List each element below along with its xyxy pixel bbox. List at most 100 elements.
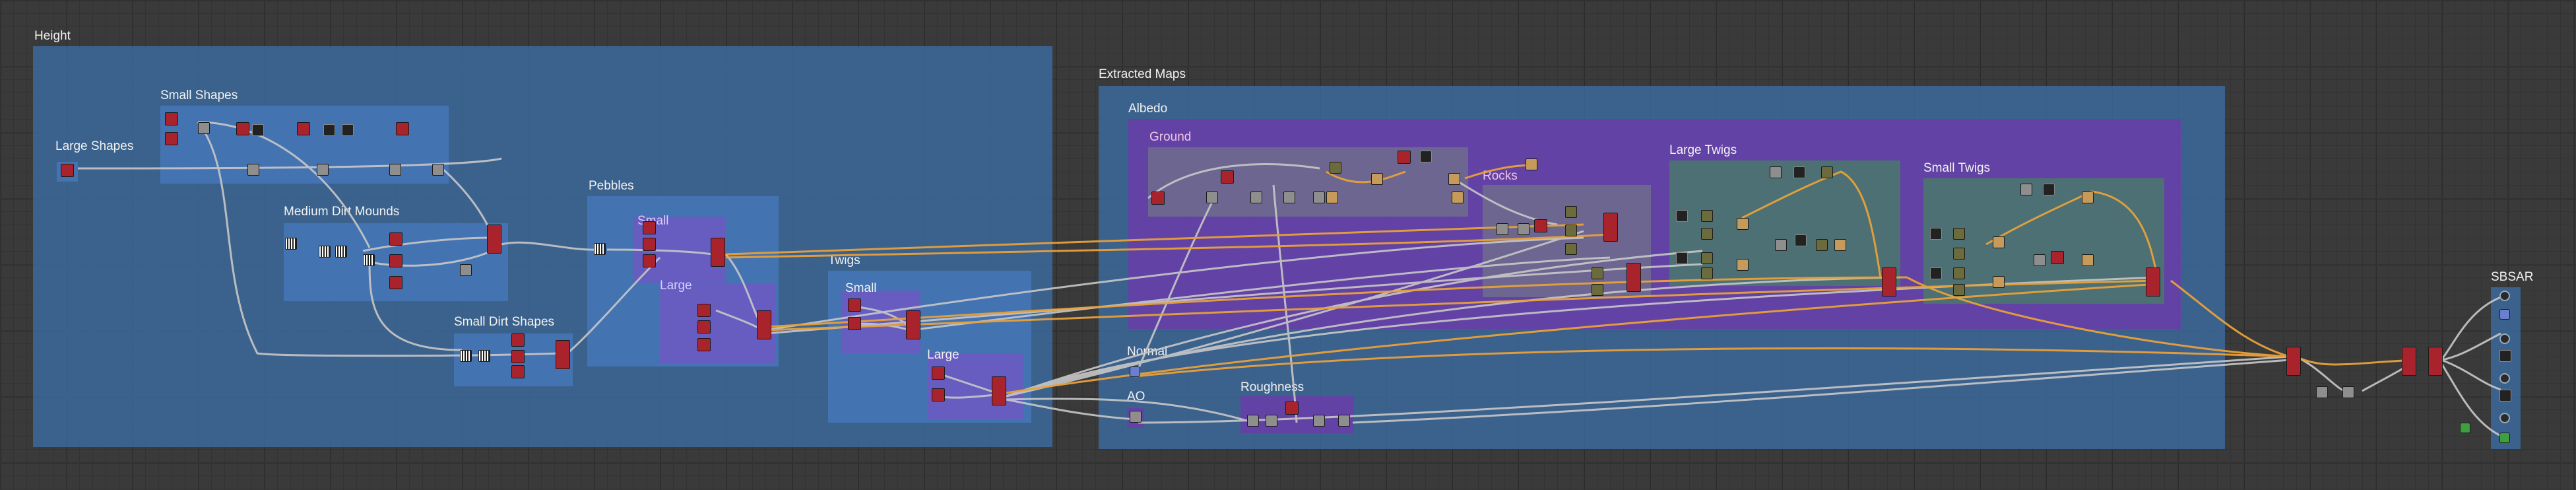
node-ground-d[interactable] [1250, 192, 1262, 203]
node-small-shapes-src[interactable] [165, 112, 178, 125]
node-rocks-e[interactable] [1565, 206, 1577, 218]
node-mdm-b[interactable] [335, 246, 347, 258]
node-small-shapes-j[interactable] [432, 164, 444, 176]
node-combine-c[interactable] [2342, 386, 2354, 398]
node-combine-b[interactable] [2316, 386, 2328, 398]
node-st-b[interactable] [1930, 267, 1942, 279]
node-ground-a[interactable] [1151, 192, 1165, 205]
node-ground-m[interactable] [1452, 192, 1464, 203]
node-st-blend[interactable] [2146, 267, 2160, 297]
node-combine-d[interactable] [2402, 347, 2416, 376]
node-ao[interactable] [1130, 411, 1142, 423]
node-roughness-e[interactable] [1338, 415, 1350, 427]
node-rocks-blend-a[interactable] [1603, 213, 1618, 242]
node-ground-e[interactable] [1283, 192, 1295, 203]
node-pebbles-small-a[interactable] [643, 221, 656, 234]
node-twigs-small-a[interactable] [848, 298, 861, 312]
node-pebbles-large-b[interactable] [697, 320, 711, 333]
node-twigs-small-b[interactable] [848, 317, 861, 330]
node-rocks-c[interactable] [1518, 223, 1530, 235]
node-st-a[interactable] [1930, 228, 1942, 240]
node-small-shapes-g[interactable] [317, 164, 329, 176]
node-ground-c[interactable] [1221, 170, 1234, 184]
output-node-4[interactable] [2499, 350, 2511, 362]
node-lt-h[interactable] [1737, 259, 1749, 271]
output-node-3[interactable] [2499, 333, 2510, 344]
node-rocks-a[interactable] [1526, 158, 1537, 170]
node-lt-b[interactable] [1676, 252, 1688, 264]
node-st-m[interactable] [2051, 251, 2064, 264]
node-small-shapes-b[interactable] [252, 124, 264, 136]
frame-twigs-large[interactable]: Large [927, 348, 1023, 419]
node-combine-f[interactable] [2460, 423, 2470, 433]
node-lt-i[interactable] [1770, 166, 1782, 178]
node-ground-k[interactable] [1371, 173, 1383, 185]
node-st-n[interactable] [2082, 254, 2094, 266]
node-pebbles-large-a[interactable] [697, 304, 711, 317]
output-node-2[interactable] [2499, 309, 2510, 320]
frame-rocks[interactable]: Rocks [1483, 169, 1651, 297]
node-st-g[interactable] [1993, 236, 2005, 248]
node-small-shapes-i[interactable] [389, 164, 401, 176]
node-st-f[interactable] [1953, 284, 1965, 296]
frame-small-shapes[interactable]: Small Shapes [160, 88, 449, 184]
node-st-c[interactable] [1953, 228, 1965, 240]
node-lt-f[interactable] [1701, 267, 1713, 279]
node-sds-d[interactable] [511, 350, 525, 363]
node-small-shapes-h[interactable] [396, 122, 409, 135]
node-lt-n[interactable] [1816, 239, 1828, 251]
node-rocks-d[interactable] [1534, 219, 1547, 232]
node-small-shapes-f[interactable] [342, 124, 354, 136]
node-lt-c[interactable] [1701, 210, 1713, 222]
output-node-7[interactable] [2499, 413, 2510, 423]
node-lt-o[interactable] [1834, 239, 1846, 251]
node-twigs-large-blend[interactable] [992, 376, 1006, 405]
node-mdm-src[interactable] [285, 238, 297, 250]
node-lt-blend[interactable] [1882, 267, 1896, 297]
node-ground-i[interactable] [1398, 151, 1411, 164]
node-pebbles-small-b[interactable] [643, 238, 656, 251]
node-small-shapes-a[interactable] [236, 122, 249, 135]
node-twigs-large-a[interactable] [932, 367, 945, 380]
node-pebbles-small-blend[interactable] [711, 238, 725, 267]
node-roughness-d[interactable] [1313, 415, 1325, 427]
node-roughness-c[interactable] [1266, 415, 1277, 427]
node-lt-a[interactable] [1676, 210, 1688, 222]
node-lt-d[interactable] [1701, 228, 1713, 240]
node-rocks-b[interactable] [1497, 223, 1508, 235]
node-large-shapes[interactable] [61, 164, 74, 177]
node-pebbles-small-c[interactable] [643, 254, 656, 267]
node-lt-m[interactable] [1775, 239, 1787, 251]
node-height-blend-1[interactable] [487, 225, 501, 254]
node-small-shapes-c[interactable] [247, 164, 259, 176]
node-sds-a[interactable] [460, 350, 472, 362]
node-pebbles-large-c[interactable] [697, 338, 711, 351]
node-rocks-f[interactable] [1565, 225, 1577, 236]
node-ground-f[interactable] [1313, 192, 1325, 203]
node-st-h[interactable] [1993, 276, 2005, 288]
node-rocks-h[interactable] [1592, 267, 1603, 279]
node-combine-a[interactable] [2286, 347, 2301, 376]
node-rocks-g[interactable] [1565, 243, 1577, 255]
output-node-6[interactable] [2499, 390, 2511, 402]
output-node-1[interactable] [2499, 291, 2510, 301]
node-lt-e[interactable] [1701, 252, 1713, 264]
node-st-d[interactable] [1953, 248, 1965, 260]
node-sds-e[interactable] [511, 365, 525, 378]
node-lt-j[interactable] [1793, 166, 1805, 178]
output-node-8[interactable] [2499, 433, 2510, 443]
node-normal[interactable] [1130, 367, 1140, 377]
node-height-blend-2[interactable] [556, 340, 570, 369]
node-sds-b[interactable] [478, 350, 490, 362]
node-lt-g[interactable] [1737, 218, 1749, 230]
node-small-shapes-d[interactable] [297, 122, 310, 135]
node-mdm-f[interactable] [389, 276, 402, 289]
node-combine-e[interactable] [2428, 347, 2443, 376]
node-lt-l[interactable] [1795, 234, 1807, 246]
node-ground-h[interactable] [1330, 162, 1341, 174]
node-small-shapes-src2[interactable] [165, 132, 178, 145]
node-roughness-b[interactable] [1285, 402, 1299, 415]
node-twigs-large-b[interactable] [932, 388, 945, 402]
node-st-j[interactable] [2043, 184, 2055, 195]
node-lt-k[interactable] [1821, 166, 1833, 178]
